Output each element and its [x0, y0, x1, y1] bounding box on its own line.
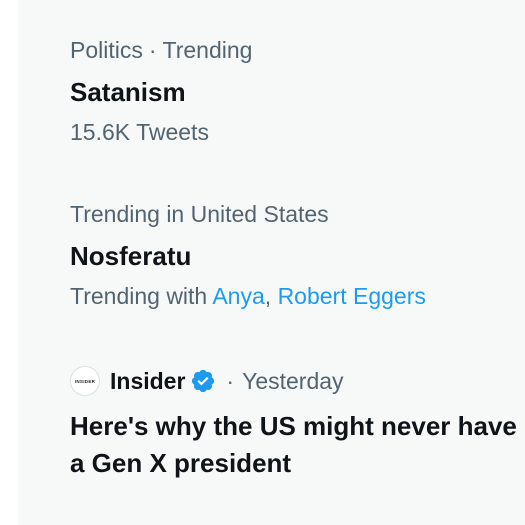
trend-related: Trending with Anya, Robert Eggers	[70, 282, 525, 310]
related-link-anya[interactable]: Anya	[212, 283, 264, 309]
news-source-name[interactable]: Insider	[110, 368, 185, 395]
timestamp-text: Yesterday	[242, 367, 344, 394]
news-headline: Here's why the US might never have a Gen…	[70, 411, 517, 478]
trend-item-satanism[interactable]: Politics · Trending Satanism 15.6K Tweets	[70, 36, 525, 146]
avatar-logo-text: INSIDER	[74, 378, 96, 384]
trend-tweet-count: 15.6K Tweets	[70, 119, 209, 145]
trend-title: Nosferatu	[70, 241, 192, 271]
trend-category: Politics	[70, 37, 143, 63]
separator-dot: ·	[226, 367, 235, 394]
related-link-robert-eggers[interactable]: Robert Eggers	[278, 283, 426, 309]
trend-context: Trending in United States	[70, 201, 329, 227]
separator-dot: ·	[148, 37, 157, 63]
trending-with-label: Trending with	[70, 283, 208, 309]
trends-panel: Politics · Trending Satanism 15.6K Tweets …	[18, 0, 525, 525]
trend-item-nosferatu[interactable]: Trending in United States Nosferatu Tren…	[70, 200, 525, 310]
trend-meta: Politics · Trending	[70, 36, 525, 64]
news-timestamp: · Yesterday	[226, 368, 343, 395]
trend-title: Satanism	[70, 77, 186, 107]
verified-badge-icon	[190, 368, 216, 394]
news-header: INSIDER Insider · Yesterday	[70, 364, 525, 398]
trend-status: Trending	[162, 37, 253, 63]
avatar[interactable]: INSIDER	[70, 366, 100, 396]
news-item[interactable]: INSIDER Insider · Yesterday Here's why th…	[70, 364, 525, 482]
comma-separator: ,	[264, 283, 278, 309]
